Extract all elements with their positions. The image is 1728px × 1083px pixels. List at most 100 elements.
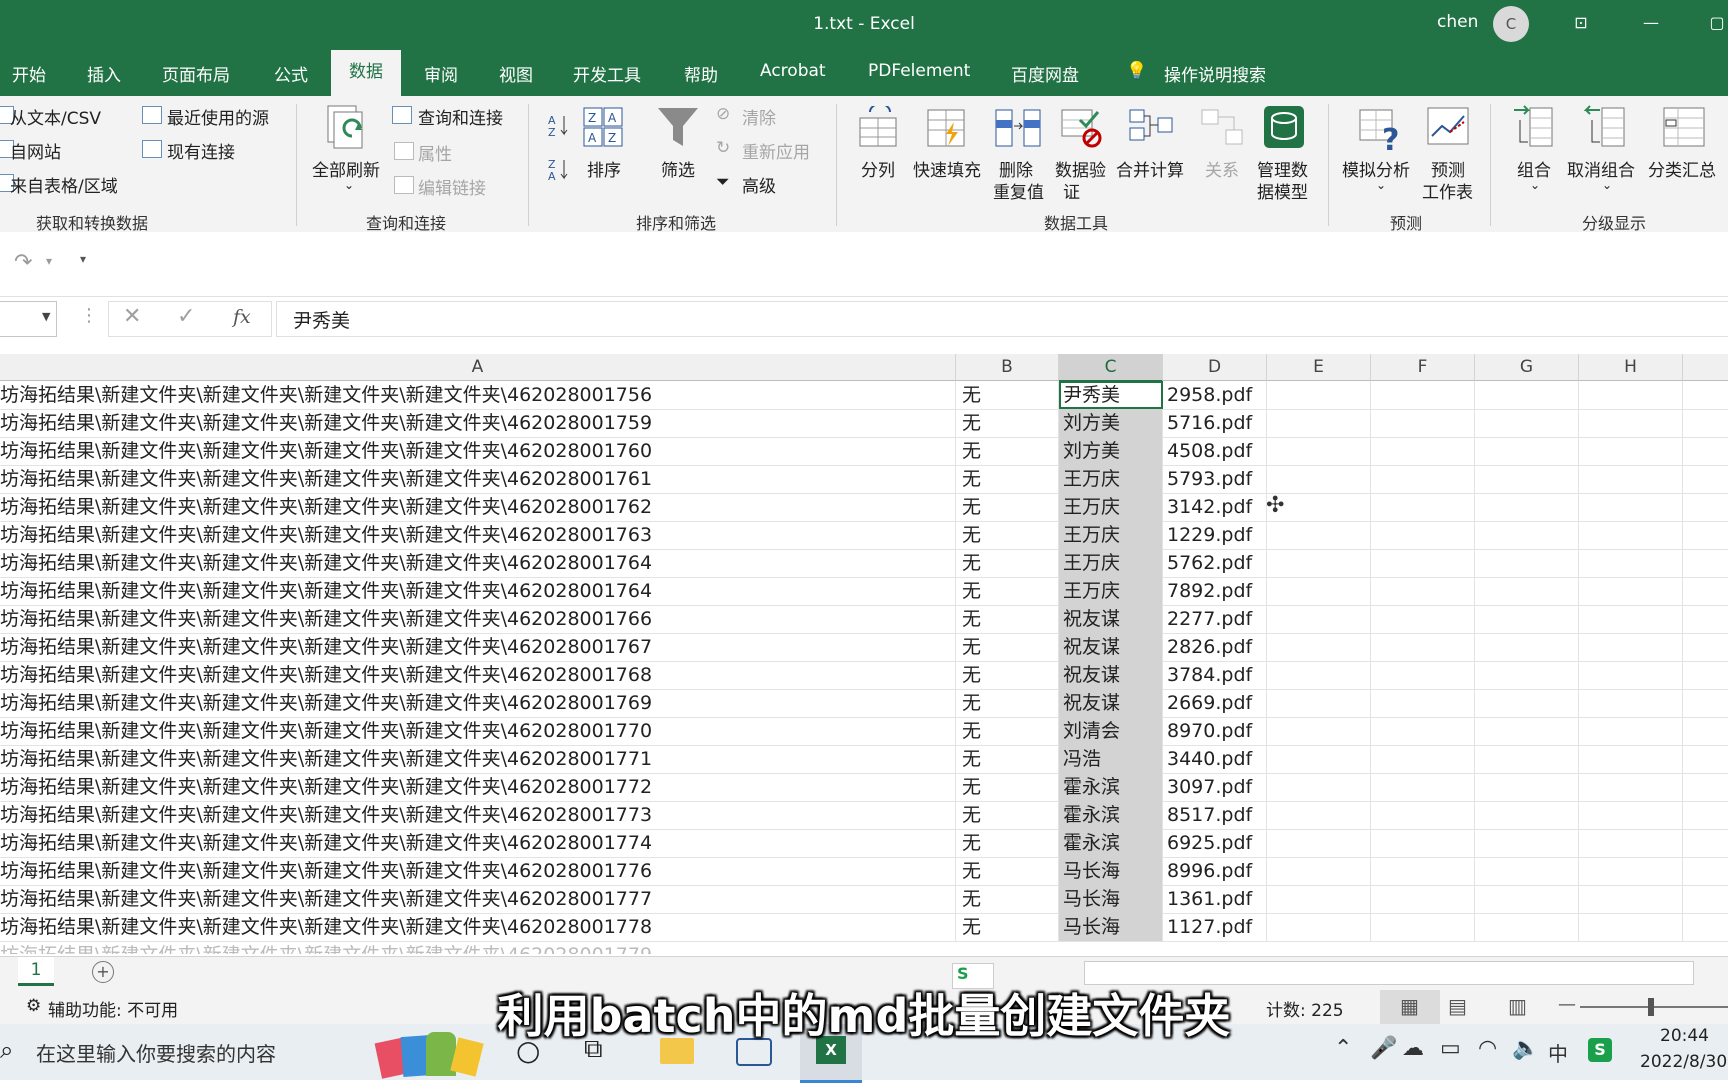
cell-h[interactable] [1579, 885, 1683, 913]
cell-f[interactable] [1371, 661, 1475, 689]
cell-d[interactable]: 2277.pdf [1163, 605, 1267, 633]
cell-d[interactable]: 5793.pdf [1163, 465, 1267, 493]
column-header-f[interactable]: F [1371, 354, 1475, 381]
tab-help[interactable]: 帮助 [684, 61, 718, 86]
cell-d[interactable]: 8996.pdf [1163, 857, 1267, 885]
cell-a[interactable]: 坊海拓结果\新建文件夹\新建文件夹\新建文件夹\新建文件夹\4620280017… [0, 465, 956, 493]
tab-acrobat[interactable]: Acrobat [760, 61, 826, 81]
tab-review[interactable]: 审阅 [424, 61, 458, 86]
cell-b[interactable]: 无 [956, 661, 1059, 689]
cell-a[interactable]: 坊海拓结果\新建文件夹\新建文件夹\新建文件夹\新建文件夹\4620280017… [0, 381, 956, 409]
cell-d[interactable]: 2826.pdf [1163, 633, 1267, 661]
cell-g[interactable] [1475, 689, 1579, 717]
cell-c[interactable]: 王万庆 [1059, 493, 1163, 521]
column-header-e[interactable]: E [1267, 354, 1371, 381]
cell-c[interactable]: 马长海 [1059, 913, 1163, 941]
cell-b[interactable]: 无 [956, 717, 1059, 745]
cell-b[interactable]: 无 [956, 773, 1059, 801]
tab-formulas[interactable]: 公式 [274, 61, 308, 86]
cell-d[interactable]: 7892.pdf [1163, 577, 1267, 605]
cell-d[interactable]: 5716.pdf [1163, 409, 1267, 437]
cell-b[interactable]: 无 [956, 633, 1059, 661]
cell-f[interactable] [1371, 717, 1475, 745]
cell-b[interactable]: 无 [956, 381, 1059, 409]
cell-a[interactable]: 坊海拓结果\新建文件夹\新建文件夹\新建文件夹\新建文件夹\4620280017… [0, 605, 956, 633]
cell-f[interactable] [1371, 885, 1475, 913]
cell-h[interactable] [1579, 605, 1683, 633]
cell-g[interactable] [1475, 717, 1579, 745]
subtotal-button[interactable]: 分类汇总 [1648, 156, 1716, 181]
cell-e[interactable] [1267, 605, 1371, 633]
cell-f[interactable] [1371, 465, 1475, 493]
cell-f[interactable] [1371, 745, 1475, 773]
cell-g[interactable] [1475, 801, 1579, 829]
cell-g[interactable] [1475, 493, 1579, 521]
cell-d[interactable]: 6925.pdf [1163, 829, 1267, 857]
cell-f[interactable] [1371, 409, 1475, 437]
cell-f[interactable] [1371, 857, 1475, 885]
cell-f[interactable] [1371, 493, 1475, 521]
cell-h[interactable] [1579, 801, 1683, 829]
cell-d[interactable]: 3142.pdf [1163, 493, 1267, 521]
cell-h[interactable] [1579, 437, 1683, 465]
cell-d[interactable]: 3097.pdf [1163, 773, 1267, 801]
cell-c[interactable]: 祝友谋 [1059, 689, 1163, 717]
cell-h[interactable] [1579, 689, 1683, 717]
clear-button[interactable]: 清除 [742, 104, 776, 129]
cell-a[interactable]: 坊海拓结果\新建文件夹\新建文件夹\新建文件夹\新建文件夹\4620280017… [0, 437, 956, 465]
column-header-d[interactable]: D [1163, 354, 1267, 381]
cell-d[interactable]: 4508.pdf [1163, 437, 1267, 465]
cell-c[interactable]: 王万庆 [1059, 577, 1163, 605]
cell-d[interactable]: 8970.pdf [1163, 717, 1267, 745]
cell-h[interactable] [1579, 409, 1683, 437]
cell-b[interactable]: 无 [956, 465, 1059, 493]
cell-g[interactable] [1475, 913, 1579, 941]
cell-g[interactable] [1475, 885, 1579, 913]
chevron-down-icon[interactable]: ⌄ [1602, 178, 1612, 192]
cell-e[interactable] [1267, 409, 1371, 437]
redo-icon[interactable]: ↷ [14, 250, 32, 275]
reapply-button[interactable]: 重新应用 [742, 138, 810, 163]
cell-g[interactable] [1475, 661, 1579, 689]
cell-a[interactable]: 坊海拓结果\新建文件夹\新建文件夹\新建文件夹\新建文件夹\4620280017… [0, 521, 956, 549]
cell-c[interactable]: 刘方美 [1059, 437, 1163, 465]
cell-d[interactable]: 8517.pdf [1163, 801, 1267, 829]
active-cell[interactable]: 尹秀美 [1059, 381, 1163, 409]
edit-links-button[interactable]: 编辑链接 [418, 174, 486, 199]
cell-h[interactable] [1579, 465, 1683, 493]
cell-c[interactable]: 马长海 [1059, 857, 1163, 885]
ungroup-button[interactable]: 取消组合 [1567, 156, 1635, 181]
cell-g[interactable] [1475, 409, 1579, 437]
cell-h[interactable] [1579, 857, 1683, 885]
cell-d[interactable]: 3784.pdf [1163, 661, 1267, 689]
cell-b[interactable]: 无 [956, 605, 1059, 633]
ribbon-display-icon[interactable]: ⊡ [1566, 10, 1596, 36]
cell-c[interactable]: 祝友谋 [1059, 633, 1163, 661]
cell-c[interactable]: 王万庆 [1059, 521, 1163, 549]
tab-data[interactable]: 数据 [331, 50, 401, 96]
cell-a[interactable]: 坊海拓结果\新建文件夹\新建文件夹\新建文件夹\新建文件夹\4620280017… [0, 885, 956, 913]
text-to-columns-button[interactable]: 分列 [861, 156, 895, 181]
cell-a[interactable]: 坊海拓结果\新建文件夹\新建文件夹\新建文件夹\新建文件夹\4620280017… [0, 549, 956, 577]
cell-g[interactable] [1475, 521, 1579, 549]
column-header-c[interactable]: C [1059, 354, 1163, 382]
cell-e[interactable] [1267, 857, 1371, 885]
cell-f[interactable] [1371, 381, 1475, 409]
cell-e[interactable] [1267, 437, 1371, 465]
cell-f[interactable] [1371, 437, 1475, 465]
cell-f[interactable] [1371, 913, 1475, 941]
cell-c[interactable]: 霍永滨 [1059, 773, 1163, 801]
cell-g[interactable] [1475, 857, 1579, 885]
cell-e[interactable] [1267, 577, 1371, 605]
cell-a[interactable]: 坊海拓结果\新建文件夹\新建文件夹\新建文件夹\新建文件夹\4620280017… [0, 829, 956, 857]
user-name[interactable]: chen [1437, 12, 1478, 32]
cell-h[interactable] [1579, 661, 1683, 689]
chevron-down-icon[interactable]: ⌄ [1530, 178, 1540, 192]
cell-a[interactable]: 坊海拓结果\新建文件夹\新建文件夹\新建文件夹\新建文件夹\4620280017… [0, 633, 956, 661]
cell-f[interactable] [1371, 689, 1475, 717]
cell-e[interactable] [1267, 829, 1371, 857]
column-header-b[interactable]: B [956, 354, 1059, 381]
cell-e[interactable] [1267, 745, 1371, 773]
cell-d[interactable]: 1229.pdf [1163, 521, 1267, 549]
cell-f[interactable] [1371, 549, 1475, 577]
